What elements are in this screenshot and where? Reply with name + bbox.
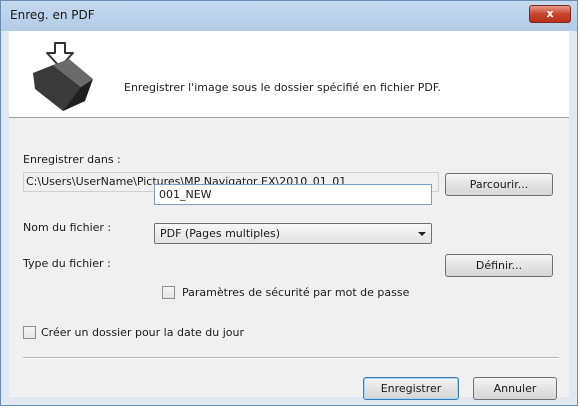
file-type-label: Type du fichier :: [23, 257, 111, 270]
window-title: Enreg. en PDF: [10, 8, 95, 22]
file-name-label: Nom du fichier :: [23, 221, 112, 234]
date-folder-label: Créer un dossier pour la date du jour: [41, 326, 245, 339]
file-type-select[interactable]: PDF (Pages multiples): [154, 223, 432, 244]
title-bar: Enreg. en PDF x: [1, 1, 577, 31]
close-button[interactable]: x: [529, 5, 571, 23]
save-button[interactable]: Enregistrer: [363, 377, 459, 400]
close-icon: x: [546, 7, 554, 20]
save-location-label: Enregistrer dans :: [23, 153, 121, 166]
file-name-input[interactable]: 001_NEW: [154, 184, 432, 205]
date-folder-checkbox[interactable]: [23, 326, 36, 339]
save-folder-icon: [33, 42, 93, 111]
save-pdf-dialog: Enreg. en PDF x Enregistrer l'image sous…: [0, 0, 578, 406]
cancel-button[interactable]: Annuler: [473, 377, 557, 400]
password-security-label: Paramètres de sécurité par mot de passe: [182, 286, 410, 299]
browse-button[interactable]: Parcourir...: [445, 173, 553, 196]
password-security-checkbox[interactable]: [162, 286, 175, 299]
header-banner: Enregistrer l'image sous le dossier spéc…: [9, 31, 569, 117]
chevron-down-icon: [418, 232, 426, 236]
dialog-body: Enregistrer l'image sous le dossier spéc…: [9, 31, 569, 397]
settings-button[interactable]: Définir...: [445, 254, 553, 277]
banner-description: Enregistrer l'image sous le dossier spéc…: [124, 81, 441, 94]
file-type-selected: PDF (Pages multiples): [160, 227, 281, 240]
banner-divider: [9, 117, 569, 118]
footer-divider: [23, 357, 559, 358]
